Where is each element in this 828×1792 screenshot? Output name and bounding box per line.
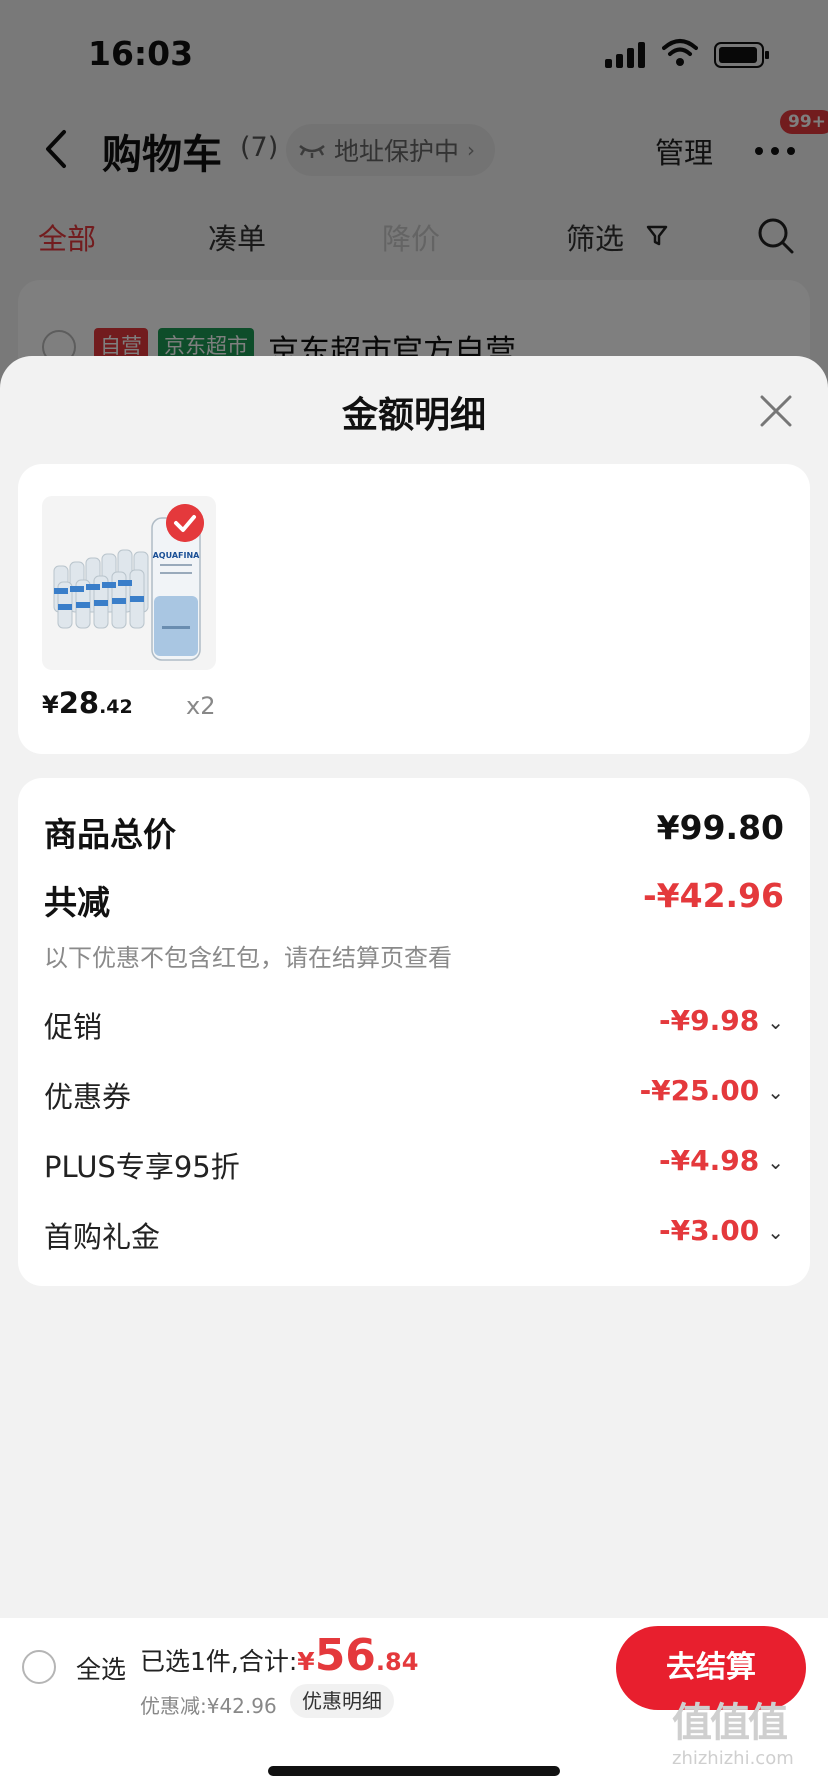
discount-detail-button[interactable]: 优惠明细 <box>290 1684 394 1718</box>
amount-detail-sheet: 金额明细 AQUAFINA ¥28.42 x2 商品总价 ¥99.80 共减 -… <box>0 356 828 1618</box>
amount-breakdown-card: 商品总价 ¥99.80 共减 -¥42.96 以下优惠不包含红包，请在结算页查看… <box>18 778 810 1286</box>
product-quantity: x2 <box>186 692 216 720</box>
first-purchase-gift-value: -¥3.00 ⌄ <box>659 1214 784 1247</box>
total-price-label: 商品总价 <box>44 815 176 854</box>
row-plus-discount[interactable]: PLUS专享95折 -¥4.98 ⌄ <box>44 1144 784 1184</box>
promotion-label: 促销 <box>44 1010 103 1044</box>
close-icon[interactable] <box>754 389 798 433</box>
chevron-down-icon: ⌄ <box>767 1150 784 1174</box>
select-all-radio[interactable] <box>22 1650 56 1684</box>
promotion-value: -¥9.98 ⌄ <box>659 1004 784 1037</box>
first-purchase-gift-label: 首购礼金 <box>44 1220 161 1254</box>
discount-summary: 优惠减:¥42.96 <box>140 1694 277 1718</box>
row-promotion[interactable]: 促销 -¥9.98 ⌄ <box>44 1004 784 1044</box>
row-total-reduce: 共减 -¥42.96 <box>44 876 784 922</box>
product-price: ¥28.42 <box>42 686 133 720</box>
row-total-price: 商品总价 ¥99.80 <box>44 808 784 854</box>
chevron-down-icon: ⌄ <box>767 1010 784 1034</box>
sheet-title: 金额明细 <box>341 395 486 436</box>
chevron-down-icon: ⌄ <box>767 1080 784 1104</box>
product-brand: AQUAFINA <box>153 551 201 560</box>
reduce-note: 以下优惠不包含红包，请在结算页查看 <box>44 944 452 972</box>
plus-discount-value: -¥4.98 ⌄ <box>659 1144 784 1177</box>
coupon-value: -¥25.00 ⌄ <box>639 1074 784 1107</box>
plus-discount-label: PLUS专享95折 <box>44 1150 240 1184</box>
home-indicator[interactable] <box>268 1766 560 1776</box>
row-coupon[interactable]: 优惠券 -¥25.00 ⌄ <box>44 1074 784 1114</box>
chevron-down-icon: ⌄ <box>767 1220 784 1244</box>
select-all-label[interactable]: 全选 <box>76 1650 126 1686</box>
reduce-value: -¥42.96 <box>642 876 784 915</box>
reduce-label: 共减 <box>44 883 110 922</box>
coupon-label: 优惠券 <box>44 1080 132 1114</box>
product-card: AQUAFINA ¥28.42 x2 <box>18 464 810 754</box>
checkmark-icon <box>166 504 204 542</box>
row-first-purchase-gift[interactable]: 首购礼金 -¥3.00 ⌄ <box>44 1214 784 1254</box>
total-price-value: ¥99.80 <box>656 808 784 847</box>
order-total: 已选1件,合计:¥56.84 <box>140 1630 419 1681</box>
watermark-logo: 值值值 zhizhizhi.com <box>672 1700 794 1769</box>
